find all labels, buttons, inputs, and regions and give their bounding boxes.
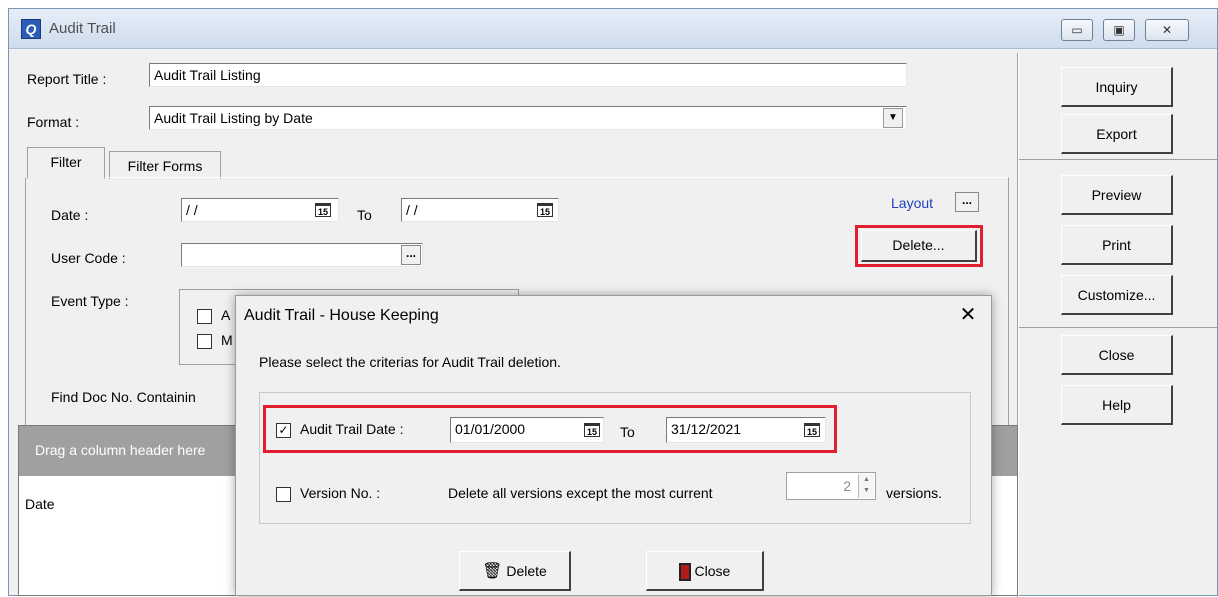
window-title: Audit Trail [49,20,116,37]
date-to-label: To [357,207,372,223]
date-to-input[interactable]: / / [401,198,559,222]
inquiry-button[interactable]: Inquiry [1061,67,1173,107]
audit-date-to-value: 31/12/2021 [671,421,742,437]
maximize-button[interactable]: ▣ [1103,19,1135,41]
delete-filter-button[interactable]: Delete... [861,230,977,262]
close-icon[interactable]: ✕ [954,302,982,327]
dialog-delete-label: Delete [506,563,547,579]
audit-date-checkbox[interactable]: ✓ [276,423,291,438]
date-from-value: / / [186,202,198,218]
audit-date-to-label: To [620,424,635,440]
calendar-icon[interactable]: 15 [537,203,553,217]
dialog-instruction: Please select the criterias for Audit Tr… [259,354,561,370]
tab-filter[interactable]: Filter [27,147,105,179]
chevron-down-icon[interactable]: ▼ [883,108,903,128]
event-type-label: Event Type : [51,293,129,309]
version-count-value: 2 [843,478,851,494]
audit-date-from-input[interactable]: 01/01/2000 [450,417,604,443]
spinner-arrows-icon[interactable]: ▲ ▼ [858,474,874,498]
date-to-value: / / [406,202,418,218]
report-title-input[interactable]: Audit Trail Listing [149,63,907,87]
customize-button[interactable]: Customize... [1061,275,1173,315]
version-description: Delete all versions except the most curr… [448,485,713,501]
app-icon: Q [21,19,41,39]
preview-button[interactable]: Preview [1061,175,1173,215]
user-code-lookup-button[interactable]: ... [401,245,421,265]
dialog-close-button[interactable]: Close [646,551,764,591]
user-code-label: User Code : [51,250,126,266]
layout-link[interactable]: Layout [891,195,933,211]
divider [1019,327,1217,328]
close-button[interactable]: Close [1061,335,1173,375]
audit-date-to-input[interactable]: 31/12/2021 [666,417,826,443]
format-value: Audit Trail Listing by Date [154,110,313,126]
format-select[interactable]: Audit Trail Listing by Date [149,106,907,130]
report-title-label: Report Title : [27,71,107,87]
close-window-button[interactable]: ✕ [1145,19,1189,41]
title-bar: Q Audit Trail ▭ ▣ ✕ [9,9,1217,49]
date-label: Date : [51,207,89,223]
format-label: Format : [27,114,80,130]
house-keeping-dialog: Audit Trail - House Keeping ✕ Please sel… [235,295,992,596]
dialog-close-label: Close [694,563,731,579]
event-m-label: M [221,332,233,348]
dialog-title: Audit Trail - House Keeping [244,307,439,324]
layout-button[interactable]: ... [955,192,979,212]
find-doc-label: Find Doc No. Containin [51,389,196,405]
minimize-button[interactable]: ▭ [1061,19,1093,41]
trash-icon: 🗑 [482,563,503,580]
version-label: Version No. : [300,485,381,501]
export-button[interactable]: Export [1061,114,1173,154]
versions-suffix: versions. [886,485,943,501]
door-icon [678,563,691,582]
divider [1019,159,1217,160]
print-button[interactable]: Print [1061,225,1173,265]
audit-date-label: Audit Trail Date : [300,421,404,437]
dialog-delete-button[interactable]: 🗑 Delete [459,551,571,591]
calendar-icon[interactable]: 15 [804,423,820,437]
event-m-checkbox[interactable] [197,334,212,349]
event-a-label: A [221,307,231,323]
help-button[interactable]: Help [1061,385,1173,425]
group-by-hint: Drag a column header here [35,442,206,458]
tab-filter-forms[interactable]: Filter Forms [109,151,221,179]
user-code-input[interactable] [181,243,423,267]
version-checkbox[interactable] [276,487,291,502]
calendar-icon[interactable]: 15 [584,423,600,437]
calendar-icon[interactable]: 15 [315,203,331,217]
event-a-checkbox[interactable] [197,309,212,324]
audit-date-from-value: 01/01/2000 [455,421,526,437]
column-header-date[interactable]: Date [25,496,55,512]
